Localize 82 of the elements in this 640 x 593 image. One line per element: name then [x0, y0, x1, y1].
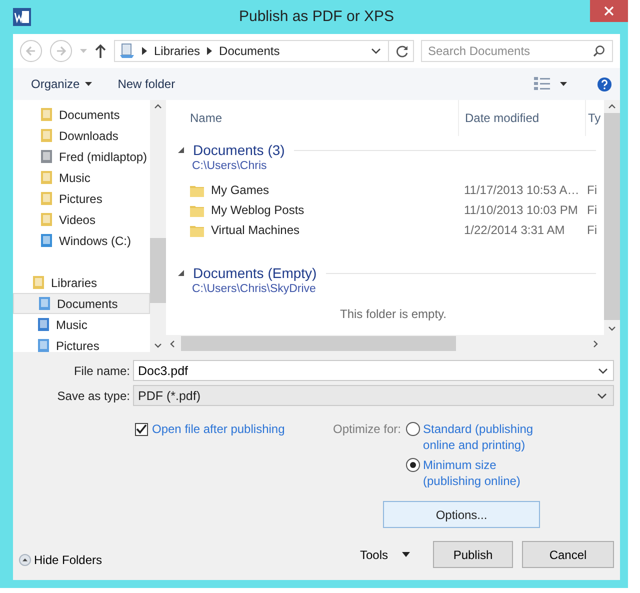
close-icon [604, 6, 614, 16]
address-bar[interactable]: Libraries Documents [114, 40, 414, 62]
chevron-icon [207, 47, 212, 55]
group-path: C:\Users\Chris\SkyDrive [191, 283, 317, 295]
up-arrow-icon[interactable] [95, 44, 106, 58]
dropdown-icon [597, 392, 607, 398]
type-cell-text: Fi [586, 183, 598, 197]
collapse-triangle-icon[interactable] [178, 147, 184, 153]
horizontal-scrollbar[interactable] [166, 335, 620, 352]
collapse-icon [19, 554, 31, 566]
type-cell-text: Fi [586, 223, 598, 237]
field-label: File name: [72, 364, 130, 378]
radio-button[interactable] [406, 422, 420, 436]
scroll-down-icon[interactable] [608, 326, 616, 331]
field-label: Save as type: [56, 388, 130, 402]
scroll-left-icon[interactable] [170, 340, 175, 348]
dropdown-icon[interactable] [598, 368, 608, 374]
back-arrow-icon [25, 45, 37, 57]
caret-icon [402, 552, 410, 557]
chevron-icon [142, 47, 147, 55]
file-name[interactable]: My Games [211, 183, 270, 197]
scroll-down-icon[interactable] [154, 343, 162, 348]
folder-tree-item[interactable]: Documents [13, 293, 150, 314]
caret-icon [84, 82, 92, 86]
folder-tree-item[interactable]: Windows (C:) [13, 230, 150, 251]
optimize-label: Optimize for: [333, 421, 402, 438]
help-icon[interactable] [597, 76, 612, 92]
breadcrumb[interactable]: Documents [219, 44, 280, 58]
empty-message: This folder is empty. [339, 307, 448, 321]
column-header[interactable]: Name [170, 111, 458, 125]
tools-button[interactable]: Tools [354, 546, 416, 562]
forward-arrow-icon [55, 45, 67, 57]
group-path: C:\Users\Chris [191, 160, 268, 172]
column-header[interactable]: Date modified [458, 100, 585, 136]
group-title: Documents (3) [193, 142, 285, 158]
file-name[interactable]: Virtual Machines [211, 223, 300, 237]
scrollbar-thumb[interactable] [150, 238, 166, 303]
search-field[interactable]: Search Documents [421, 40, 613, 62]
scroll-up-icon[interactable] [154, 104, 162, 109]
file-name-field[interactable]: Doc3.pdf [133, 360, 614, 381]
file-name[interactable]: My Weblog Posts [211, 203, 304, 217]
scrollbar[interactable] [150, 100, 166, 352]
dropdown-icon[interactable] [371, 48, 381, 54]
view-list-icon[interactable] [534, 77, 550, 91]
date-cell-text: 11/10/2013 10:03 PM [463, 203, 579, 217]
radio-label[interactable]: Minimum size (publishing online) [423, 457, 544, 489]
date-cell-text: 11/17/2013 10:53 A… [463, 183, 580, 197]
organize-button[interactable]: Organize [29, 74, 94, 94]
folder-tree-item[interactable]: Pictures [13, 188, 150, 209]
folder-tree-item[interactable]: Music [13, 314, 150, 335]
breadcrumb[interactable]: Libraries [154, 44, 200, 58]
dialog-button[interactable]: Publish [433, 541, 513, 568]
scroll-up-icon[interactable] [608, 104, 616, 109]
scroll-right-icon[interactable] [593, 340, 598, 348]
checkbox-label[interactable]: Open file after publishing [152, 422, 285, 436]
type-cell-text: Fi [586, 203, 598, 217]
date-cell-text: 1/22/2014 3:31 AM [463, 223, 566, 237]
folder-tree-item[interactable]: Pictures [13, 335, 150, 352]
library-icon [119, 43, 135, 59]
folder-tree-item[interactable]: Music [13, 167, 150, 188]
group-title: Documents (Empty) [193, 265, 317, 281]
folder-tree-item[interactable]: Videos [13, 209, 150, 230]
caret-icon[interactable] [560, 82, 567, 86]
folder-tree-item[interactable]: Libraries [13, 272, 150, 293]
folder-tree-item[interactable]: Fred (midlaptop) [13, 146, 150, 167]
word-app-icon [13, 8, 31, 26]
dialog-button[interactable]: Cancel [522, 541, 614, 568]
refresh-icon[interactable] [396, 44, 409, 58]
hide-folders-button[interactable]: Hide Folders [19, 552, 102, 566]
radio-label[interactable]: Standard (publishing online and printing) [423, 421, 544, 453]
save-type-dropdown[interactable]: PDF (*.pdf) [133, 385, 614, 406]
checkbox[interactable] [135, 422, 148, 436]
new-folder-button[interactable]: New folder [116, 74, 178, 94]
collapse-triangle-icon[interactable] [178, 270, 184, 276]
scrollbar-thumb[interactable] [181, 336, 456, 351]
search-icon [593, 45, 605, 57]
options-button[interactable]: Options... [383, 501, 540, 528]
folder-tree-item[interactable]: Documents [13, 104, 150, 125]
radio-button[interactable] [406, 458, 420, 472]
window-title: Publish as PDF or XPS [238, 8, 394, 24]
folder-tree-item[interactable]: Downloads [13, 125, 150, 146]
close-button[interactable] [590, 0, 628, 22]
